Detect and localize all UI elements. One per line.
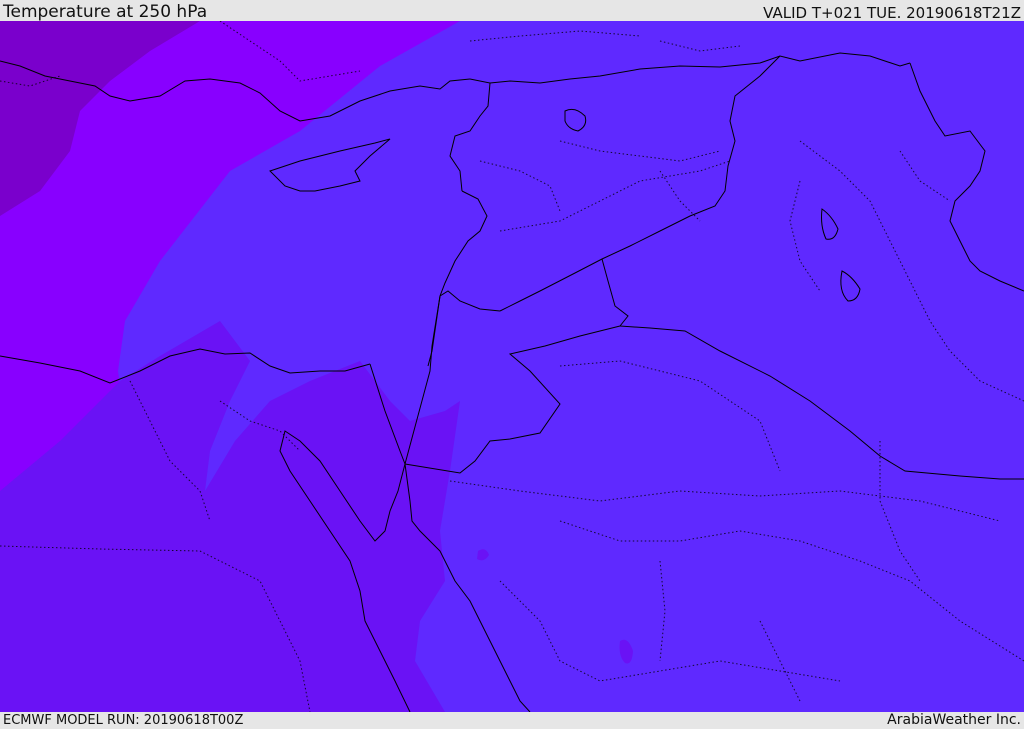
map-canvas xyxy=(0,21,1024,712)
valid-time-label: VALID T+021 TUE. 20190618T21Z xyxy=(763,4,1021,22)
weather-map-frame: Temperature at 250 hPa VALID T+021 TUE. … xyxy=(0,0,1024,729)
model-run-label: ECMWF MODEL RUN: 20190618T00Z xyxy=(3,713,244,728)
footer-bar: ECMWF MODEL RUN: 20190618T00Z ArabiaWeat… xyxy=(0,712,1024,729)
temperature-map xyxy=(0,21,1024,712)
credit-label: ArabiaWeather Inc. xyxy=(887,712,1021,728)
header-bar: Temperature at 250 hPa VALID T+021 TUE. … xyxy=(0,0,1024,22)
map-title: Temperature at 250 hPa xyxy=(3,2,208,22)
